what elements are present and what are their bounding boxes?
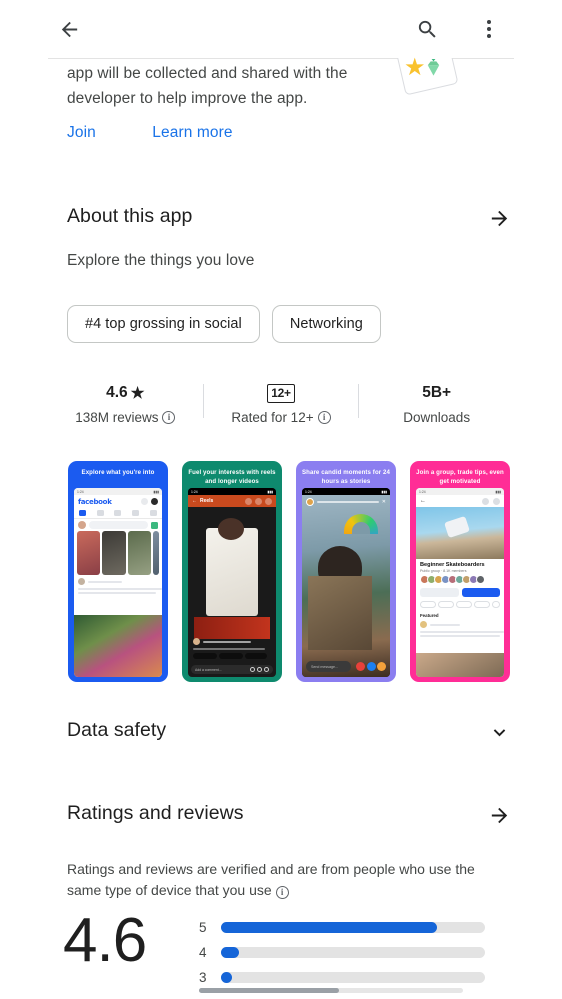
screenshot-carousel[interactable]: Explore what you're into 1:24 ▮▮▮ faceboo… <box>68 461 538 683</box>
rating-value-row: 4.6 ★ <box>48 382 203 404</box>
learn-more-link[interactable]: Learn more <box>152 124 232 142</box>
search-icon <box>418 20 436 38</box>
screenshot-4-caption: Join a group, trade tips, even get motiv… <box>416 469 504 485</box>
age-caption-row: Rated for 12+ i <box>204 410 359 425</box>
status-time-4: 1:24 <box>419 489 426 494</box>
comment-placeholder: Add a comment... <box>195 667 222 672</box>
screenshot-2[interactable]: Fuel your interests with reels and longe… <box>182 461 282 682</box>
scrollbar-thumb[interactable] <box>199 988 339 993</box>
app-detail-page: app will be collected and shared with th… <box>0 0 562 999</box>
arrow-left-icon <box>61 21 77 37</box>
ratings-and-reviews-title: Ratings and reviews <box>67 802 244 824</box>
screenshot-4-phone: 1:24 ▮▮▮ ← Beginner Skateboarders Public … <box>416 488 504 677</box>
histogram-row: 5 <box>199 915 499 940</box>
screenshot-3-phone: 1:24 ▮▮▮ ✕ Send message... <box>302 488 390 677</box>
screenshot-1-phone: 1:24 ▮▮▮ facebook <box>74 488 162 677</box>
info-icon[interactable]: i <box>162 411 176 424</box>
star-filled-icon: ★ <box>130 384 145 402</box>
screenshot-1[interactable]: Explore what you're into 1:24 ▮▮▮ faceboo… <box>68 461 168 682</box>
rating-value: 4.6 <box>106 384 128 401</box>
downloads-caption: Downloads <box>403 410 471 425</box>
about-this-app-arrow[interactable] <box>484 203 514 233</box>
ratings-and-reviews-arrow[interactable] <box>484 800 514 830</box>
age-badge-row: 12+ <box>204 382 359 404</box>
story-close-icon: ✕ <box>381 499 386 505</box>
downloads-caption-row: Downloads <box>359 410 514 425</box>
chip-networking[interactable]: Networking <box>271 305 381 343</box>
featured-label: Featured <box>420 613 439 618</box>
group-back-icon: ← <box>420 498 426 504</box>
histogram-star-label: 4 <box>199 945 207 960</box>
data-safety-title: Data safety <box>67 719 167 741</box>
status-time-1: 1:24 <box>77 489 84 494</box>
group-name: Beginner Skateboarders <box>420 562 485 568</box>
message-placeholder: Send message... <box>306 661 351 672</box>
stat-downloads: 5B+ Downloads <box>359 382 514 425</box>
histogram-star-label: 3 <box>199 970 207 985</box>
star-icon: ★ <box>404 54 426 81</box>
join-link[interactable]: Join <box>67 124 96 142</box>
beta-description: app will be collected and shared with th… <box>67 65 348 107</box>
screenshot-2-caption: Fuel your interests with reels and longe… <box>188 469 276 485</box>
screenshot-3[interactable]: Share candid moments for 24 hours as sto… <box>296 461 396 682</box>
ratings-verification-note: Ratings and reviews are verified and are… <box>67 859 487 901</box>
histogram-fill-5 <box>221 922 438 933</box>
data-safety-expand-button[interactable] <box>484 717 514 747</box>
reaction-heart-icon <box>356 662 365 671</box>
horizontal-scrollbar[interactable] <box>199 988 463 993</box>
facebook-wordmark: facebook <box>78 497 112 506</box>
about-chips: #4 top grossing in social Networking <box>67 305 381 343</box>
rating-caption-row: 138M reviews i <box>48 410 203 425</box>
top-app-bar <box>0 0 562 58</box>
histogram-row: 4 <box>199 940 499 965</box>
reels-label: Reels <box>200 498 214 504</box>
search-button[interactable] <box>410 12 444 46</box>
arrow-right-icon <box>491 210 507 226</box>
age-caption: Rated for 12+ <box>231 410 314 425</box>
gem-icon <box>424 58 443 80</box>
group-joined-button[interactable] <box>420 588 459 597</box>
histogram-star-label: 5 <box>199 920 207 935</box>
beta-links: Join Learn more <box>67 124 233 150</box>
histogram-fill-4 <box>221 947 240 958</box>
about-subtitle: Explore the things you love <box>67 252 255 269</box>
reaction-wow-icon <box>377 662 386 671</box>
downloads-value-row: 5B+ <box>359 382 514 404</box>
screenshot-4[interactable]: Join a group, trade tips, even get motiv… <box>410 461 510 682</box>
arrow-right-icon <box>491 807 507 823</box>
age-rating-badge: 12+ <box>267 383 295 403</box>
back-button[interactable] <box>52 12 86 46</box>
more-vertical-icon <box>486 18 492 41</box>
reaction-like-icon <box>366 662 376 671</box>
average-rating-score: 4.6 <box>63 906 147 975</box>
histogram-row: 3 <box>199 965 499 990</box>
ratings-note-text: Ratings and reviews are verified and are… <box>67 861 475 898</box>
info-icon[interactable]: i <box>275 886 289 899</box>
status-time-2: 1:24 <box>191 489 198 494</box>
histogram-track <box>221 947 485 958</box>
info-icon[interactable]: i <box>317 411 331 424</box>
rating-histogram: 5 4 3 <box>199 915 499 990</box>
app-stats-row: 4.6 ★ 138M reviews i 12+ Rated for 12+ i… <box>48 382 514 440</box>
stat-rating[interactable]: 4.6 ★ 138M reviews i <box>48 382 203 425</box>
downloads-value: 5B+ <box>422 384 452 401</box>
histogram-track <box>221 972 485 983</box>
group-cover-photo <box>416 507 504 559</box>
chip-top-grossing[interactable]: #4 top grossing in social <box>67 305 260 343</box>
screenshot-1-caption: Explore what you're into <box>81 469 155 476</box>
stat-age-rating[interactable]: 12+ Rated for 12+ i <box>204 382 359 425</box>
overflow-menu-button[interactable] <box>472 12 506 46</box>
screenshot-2-phone: 1:24 ▮▮▮ ← Reels Add a comment... <box>188 488 276 677</box>
histogram-fill-3 <box>221 972 232 983</box>
chevron-down-icon <box>493 728 505 736</box>
status-time-3: 1:24 <box>305 489 312 494</box>
screenshot-3-caption: Share candid moments for 24 hours as sto… <box>301 469 391 485</box>
back-arrow-icon: ← <box>192 498 197 504</box>
group-invite-button[interactable] <box>461 588 500 597</box>
histogram-track <box>221 922 485 933</box>
group-member-avatars <box>416 575 504 584</box>
reviews-count: 138M reviews <box>75 410 159 425</box>
about-this-app-title: About this app <box>67 205 193 227</box>
